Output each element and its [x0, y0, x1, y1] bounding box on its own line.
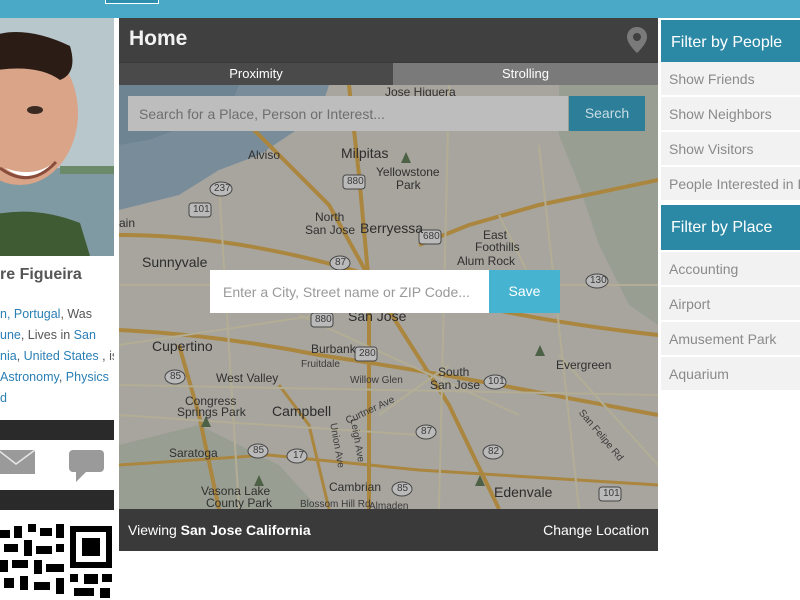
filter-place-header: Filter by Place: [661, 205, 800, 250]
bio-text: , Was: [60, 307, 92, 321]
filter-show-friends[interactable]: Show Friends: [661, 62, 800, 96]
mail-icon[interactable]: [0, 449, 36, 474]
search-button[interactable]: Search: [569, 96, 645, 131]
home-footer: Viewing San Jose California Change Locat…: [119, 509, 658, 551]
bio-text: , is: [102, 349, 114, 363]
change-location-link[interactable]: Change Location: [543, 522, 649, 538]
filter-place-aquarium[interactable]: Aquarium: [661, 357, 800, 391]
bio-text: ,: [58, 370, 66, 384]
bio-link-more[interactable]: d: [0, 391, 7, 405]
home-panel: Home Proximity Strolling Alviso Milpitas…: [119, 18, 658, 551]
filter-column: Filter by People Show Friends Show Neigh…: [661, 18, 800, 600]
bio-link-born-month[interactable]: une: [0, 328, 21, 342]
page-title: Home: [129, 27, 188, 50]
profile-name: re Figueira: [0, 266, 82, 283]
bio-link-city[interactable]: San: [74, 328, 96, 342]
profile-photo-image: [0, 18, 114, 256]
profile-column: re Figueira n, Portugal, Was une, Lives …: [0, 18, 114, 600]
location-pin-icon[interactable]: [626, 26, 648, 54]
bio-text: , Lives in: [20, 328, 74, 342]
home-header: Home: [119, 18, 658, 62]
search-input[interactable]: [128, 96, 568, 131]
bio-link-physics[interactable]: Physics: [66, 370, 109, 384]
qr-code-icon: [0, 520, 114, 600]
profile-photo: [0, 18, 114, 256]
bio-link-state[interactable]: nia: [0, 349, 17, 363]
filter-people-interested[interactable]: People Interested in I: [661, 167, 800, 201]
save-location-button[interactable]: Save: [489, 270, 560, 313]
bio-link-country[interactable]: United States: [24, 349, 99, 363]
filter-place-airport[interactable]: Airport: [661, 287, 800, 321]
filter-show-visitors[interactable]: Show Visitors: [661, 132, 800, 166]
filter-show-neighbors[interactable]: Show Neighbors: [661, 97, 800, 131]
bio-link-hometown[interactable]: n, Portugal: [0, 307, 60, 321]
tab-strolling[interactable]: Strolling: [393, 63, 658, 85]
chat-icon[interactable]: [69, 450, 104, 482]
view-tabs: Proximity Strolling: [119, 63, 658, 85]
filter-place-accounting[interactable]: Accounting: [661, 252, 800, 286]
profile-bio: n, Portugal, Was une, Lives in San nia , …: [0, 304, 114, 409]
bio-text: ,: [16, 349, 24, 363]
profile-divider-bar: [0, 490, 114, 510]
top-bar-tab[interactable]: [105, 0, 159, 4]
bio-link-astronomy[interactable]: Astronomy: [0, 370, 59, 384]
location-input[interactable]: [210, 270, 489, 313]
viewing-prefix: Viewing: [128, 522, 181, 538]
map-view[interactable]: Alviso Milpitas Yellowstone Park Jose Hi…: [119, 85, 658, 509]
profile-divider-bar: [0, 420, 114, 440]
tab-proximity[interactable]: Proximity: [119, 63, 393, 85]
filter-people-header: Filter by People: [661, 20, 800, 65]
top-bar: [0, 0, 800, 18]
filter-place-amusement-park[interactable]: Amusement Park: [661, 322, 800, 356]
viewing-location: Viewing San Jose California: [128, 522, 311, 538]
viewing-place: San Jose California: [180, 522, 311, 538]
profile-actions: [0, 442, 114, 486]
